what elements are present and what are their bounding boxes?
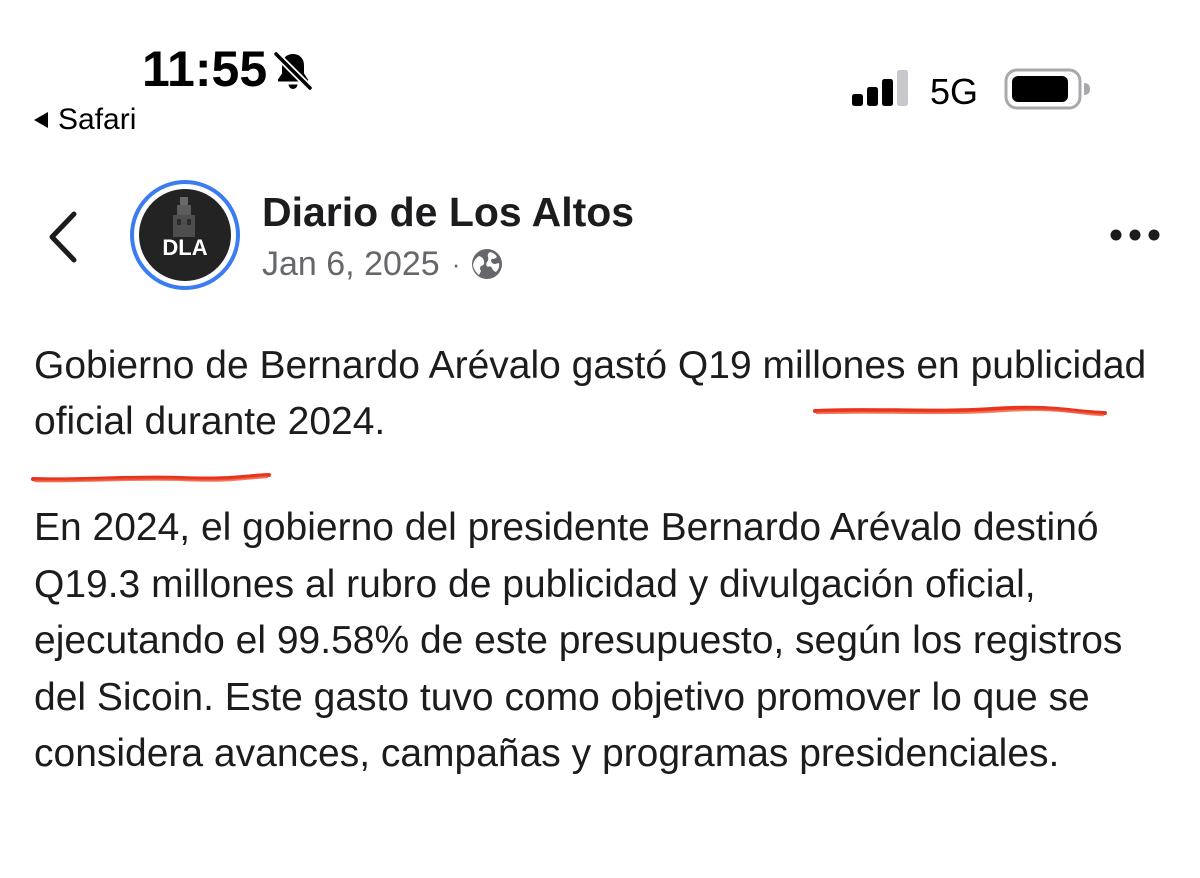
post-body: En 2024, el gobierno del presidente Bern… [34, 506, 1123, 775]
avatar[interactable]: DLA [130, 180, 240, 290]
back-triangle-icon [34, 112, 48, 128]
post-title: Gobierno de Bernardo Arévalo gastó Q19 m… [34, 344, 1147, 443]
building-tower-icon [173, 197, 195, 237]
post-date[interactable]: Jan 6, 2025 [262, 242, 440, 286]
avatar-logo: DLA [139, 189, 231, 281]
back-to-safari-link[interactable]: Safari [34, 100, 136, 140]
page-name-link[interactable]: Diario de Los Altos [262, 186, 634, 238]
bell-slash-icon [272, 50, 314, 92]
facebook-post-screen: 11:55 Safari 5G DLA Diario de Los Altos … [0, 0, 1200, 878]
meta-separator: · [451, 249, 461, 279]
cellular-signal-icon [852, 70, 908, 106]
status-time: 11:55 [142, 41, 268, 97]
red-underline-mark [31, 473, 271, 483]
avatar-text: DLA [159, 237, 211, 259]
globe-icon [472, 249, 503, 279]
chevron-left-icon[interactable] [44, 208, 84, 266]
network-type: 5G [930, 71, 979, 112]
back-app-label: Safari [58, 103, 137, 136]
post-meta: Jan 6, 2025 · [262, 242, 504, 286]
red-underline-mark [813, 405, 1107, 417]
battery-icon [1004, 68, 1090, 110]
more-horizontal-icon[interactable] [1108, 224, 1162, 246]
